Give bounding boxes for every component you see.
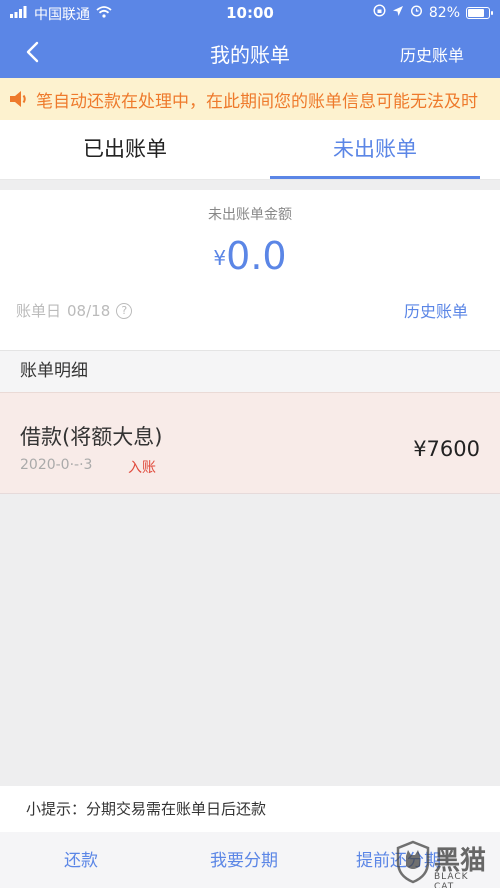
bill-day: 账单日 08/18 ?: [16, 300, 133, 321]
tab-unissued-bills[interactable]: 未出账单: [250, 120, 500, 180]
history-bills-nav-link[interactable]: 历史账单: [400, 42, 464, 66]
row-date: 2020-0·-·3: [20, 457, 93, 473]
question-icon[interactable]: ?: [116, 302, 133, 319]
details-header: 账单明细: [0, 350, 500, 392]
watermark-subtext: BLACK CAT: [434, 872, 469, 888]
battery-percent: 82%: [428, 4, 460, 21]
rotation-lock-icon: [373, 4, 386, 21]
row-amount: ¥7600: [413, 437, 480, 461]
header: 中国联通 10:00 82% 我的账单 历史账单: [0, 0, 500, 78]
row-status-tag: 入账: [128, 460, 156, 476]
notice-text: 笔自动还款在处理中，在此期间您的账单信息可能无法及时: [36, 91, 478, 112]
amount-value: 0.0: [226, 234, 287, 278]
location-icon: [392, 5, 404, 21]
currency-symbol: ¥: [213, 246, 227, 270]
installment-button[interactable]: 我要分期: [210, 846, 278, 871]
bill-tabs: 已出账单 未出账单: [0, 120, 500, 180]
navigation-bar: 我的账单 历史账单: [0, 26, 500, 78]
watermark: 黑猫 BLACK CAT: [396, 838, 492, 888]
summary-label: 未出账单金额: [208, 207, 292, 223]
black-cat-shield-icon: [396, 840, 430, 884]
status-right: 82%: [373, 4, 493, 21]
alarm-icon: [410, 4, 423, 21]
history-bills-link[interactable]: 历史账单: [404, 298, 468, 322]
battery-icon: [466, 6, 493, 19]
battery-level: [468, 8, 484, 17]
active-tab-indicator: [270, 176, 480, 179]
repay-button[interactable]: 还款: [64, 846, 98, 871]
status-bar: 中国联通 10:00 82%: [0, 0, 500, 26]
tab-issued-bills[interactable]: 已出账单: [0, 120, 250, 180]
notice-banner[interactable]: 笔自动还款在处理中，在此期间您的账单信息可能无法及时: [0, 78, 500, 120]
bill-summary: 未出账单金额 ¥0.0 账单日 08/18 ? 历史账单: [0, 190, 500, 350]
speaker-icon: [0, 78, 36, 120]
tip-text: 小提示：分期交易需在账单日后还款: [0, 786, 500, 832]
summary-amount: ¥0.0: [0, 234, 500, 278]
bill-day-label: 账单日: [16, 302, 62, 320]
table-row[interactable]: 借款(将额大息) 2020-0·-·3 入账 ¥7600: [0, 392, 500, 494]
row-title: 借款(将额大息): [20, 425, 163, 449]
bill-day-value: 08/18: [67, 301, 111, 320]
